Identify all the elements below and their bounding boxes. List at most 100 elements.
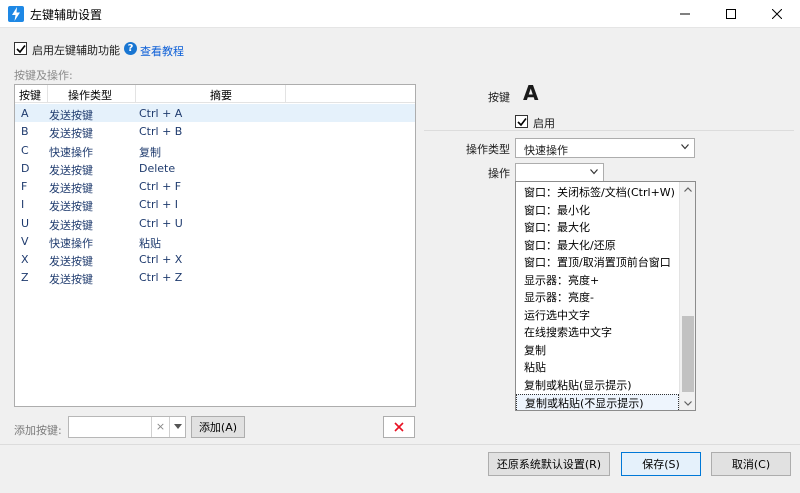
- maximize-icon: [726, 9, 736, 19]
- op-type-value: 快速操作: [524, 144, 568, 157]
- cell-summary: Ctrl + X: [139, 253, 183, 266]
- operation-dropdown-list[interactable]: 窗口：关闭标签/文档(Ctrl+W) 窗口：最小化 窗口：最大化 窗口：最大化/还原窗…: [515, 181, 696, 411]
- add-key-combo[interactable]: ×: [68, 416, 186, 438]
- cell-summary: Ctrl + I: [139, 198, 179, 212]
- cell-type: 发送按键: [49, 273, 93, 287]
- help-link[interactable]: 查看教程: [140, 43, 184, 59]
- dropdown-item[interactable]: 窗口：关闭标签/文档(Ctrl+W): [516, 184, 679, 202]
- dropdown-item[interactable]: 显示器：亮度-: [516, 289, 679, 307]
- dropdown-item[interactable]: 窗口：最小化: [516, 202, 679, 220]
- dropdown-item[interactable]: 窗口：置顶/取消置顶前台窗口: [516, 254, 679, 272]
- chevron-down-icon: [681, 144, 689, 150]
- table-row[interactable]: A 发送按键 Ctrl + A: [15, 104, 415, 122]
- clear-icon[interactable]: ×: [151, 417, 169, 437]
- delete-icon: [394, 422, 404, 432]
- scroll-down-icon[interactable]: [683, 398, 693, 408]
- cell-summary: Ctrl + A: [139, 107, 183, 120]
- table-header: 按键 操作类型 摘要: [15, 85, 415, 103]
- dropdown-item[interactable]: 粘贴: [516, 359, 679, 377]
- op-type-select[interactable]: 快速操作: [515, 138, 695, 158]
- delete-button[interactable]: [383, 416, 415, 438]
- scroll-up-icon[interactable]: [683, 184, 693, 194]
- dropdown-item[interactable]: 运行选中文字: [516, 307, 679, 325]
- minimize-button[interactable]: [662, 0, 708, 28]
- maximize-button[interactable]: [708, 0, 754, 28]
- cell-key: X: [21, 253, 29, 266]
- cell-key: F: [21, 180, 28, 193]
- table-row[interactable]: U 发送按键 Ctrl + U: [15, 214, 415, 232]
- cell-key: V: [21, 234, 29, 248]
- cell-type: 发送按键: [49, 218, 93, 232]
- header-divider: [285, 85, 286, 103]
- cell-type: 快速操作: [49, 236, 93, 250]
- checkmark-icon: [516, 117, 527, 126]
- cell-key: Z: [21, 271, 29, 285]
- cell-type: 发送按键: [49, 200, 93, 214]
- header-divider: [135, 85, 136, 103]
- table-row[interactable]: C 快速操作 复制: [15, 141, 415, 159]
- checkmark-icon: [15, 44, 26, 53]
- cell-key: U: [21, 216, 30, 230]
- cell-type: 发送按键: [49, 182, 93, 195]
- cell-summary: 粘贴: [139, 236, 161, 250]
- cell-key: B: [21, 125, 29, 139]
- chevron-down-icon: [590, 169, 598, 175]
- cell-type: 发送按键: [49, 163, 93, 177]
- dropdown-item[interactable]: 复制或粘贴(显示提示): [516, 377, 679, 395]
- header-key[interactable]: 按键: [19, 87, 41, 103]
- enable-label[interactable]: 启用左键辅助功能: [32, 42, 120, 58]
- enable-checkbox[interactable]: [14, 42, 27, 55]
- lightning-icon: [8, 6, 24, 22]
- triangle-down-icon: [173, 424, 182, 429]
- table-row[interactable]: V 快速操作 粘贴: [15, 232, 415, 250]
- dropdown-item[interactable]: 复制或粘贴(不显示提示): [516, 394, 679, 410]
- dropdown-item[interactable]: 在线搜索选中文字: [516, 324, 679, 342]
- cell-type: 发送按键: [49, 255, 93, 268]
- table-row[interactable]: I 发送按键 Ctrl + I: [15, 195, 415, 213]
- cell-type: 发送按键: [49, 109, 93, 122]
- cell-summary: Ctrl + Z: [139, 271, 183, 285]
- add-button[interactable]: 添加(A): [191, 416, 245, 438]
- question-icon[interactable]: ?: [124, 42, 137, 55]
- op-label: 操作: [488, 167, 510, 180]
- dropdown-item[interactable]: 复制: [516, 342, 679, 360]
- header-summary[interactable]: 摘要: [210, 87, 232, 103]
- dropdown-item[interactable]: 窗口：最大化: [516, 219, 679, 237]
- minimize-icon: [680, 13, 690, 15]
- window-title: 左键辅助设置: [30, 8, 103, 22]
- footer-divider: [0, 444, 800, 445]
- table-row[interactable]: D 发送按键 Delete: [15, 159, 415, 177]
- cell-summary: Delete: [139, 161, 176, 175]
- table-row[interactable]: B 发送按键 Ctrl + B: [15, 122, 415, 140]
- close-button[interactable]: [754, 0, 800, 28]
- restore-defaults-button[interactable]: 还原系统默认设置(R): [488, 452, 610, 476]
- key-label: 按键: [488, 91, 510, 104]
- key-enable-checkbox[interactable]: [515, 115, 528, 128]
- key-table[interactable]: 按键 操作类型 摘要 A 发送按键 Ctrl + A B 发送按键 Ctrl + B C 快速…: [14, 84, 416, 407]
- combo-dropdown-button[interactable]: [169, 417, 185, 437]
- key-value: A: [523, 81, 539, 105]
- cell-type: 快速操作: [49, 145, 93, 159]
- table-row[interactable]: X 发送按键 Ctrl + X: [15, 250, 415, 268]
- key-enable-label[interactable]: 启用: [533, 115, 555, 131]
- op-select[interactable]: [515, 163, 604, 183]
- header-type[interactable]: 操作类型: [68, 87, 112, 103]
- cell-key: C: [21, 143, 29, 157]
- cell-key: D: [21, 161, 30, 175]
- dropdown-item[interactable]: 窗口：最大化/还原: [516, 237, 679, 255]
- cell-summary: Ctrl + F: [139, 180, 182, 193]
- dropdown-item[interactable]: 显示器：亮度+: [516, 272, 679, 290]
- table-row[interactable]: Z 发送按键 Ctrl + Z: [15, 268, 415, 286]
- cell-type: 发送按键: [49, 127, 93, 141]
- cell-key: I: [21, 198, 25, 212]
- title-bar: 左键辅助设置: [0, 0, 800, 28]
- cancel-button[interactable]: 取消(C): [711, 452, 791, 476]
- table-row[interactable]: F 发送按键 Ctrl + F: [15, 177, 415, 195]
- dropdown-scrollbar[interactable]: [679, 182, 695, 410]
- divider: [424, 130, 794, 131]
- keys-section-label: 按键及操作:: [14, 69, 73, 82]
- cell-summary: Ctrl + B: [139, 125, 183, 139]
- header-divider: [47, 85, 48, 103]
- scroll-thumb[interactable]: [682, 316, 694, 392]
- save-button[interactable]: 保存(S): [621, 452, 701, 476]
